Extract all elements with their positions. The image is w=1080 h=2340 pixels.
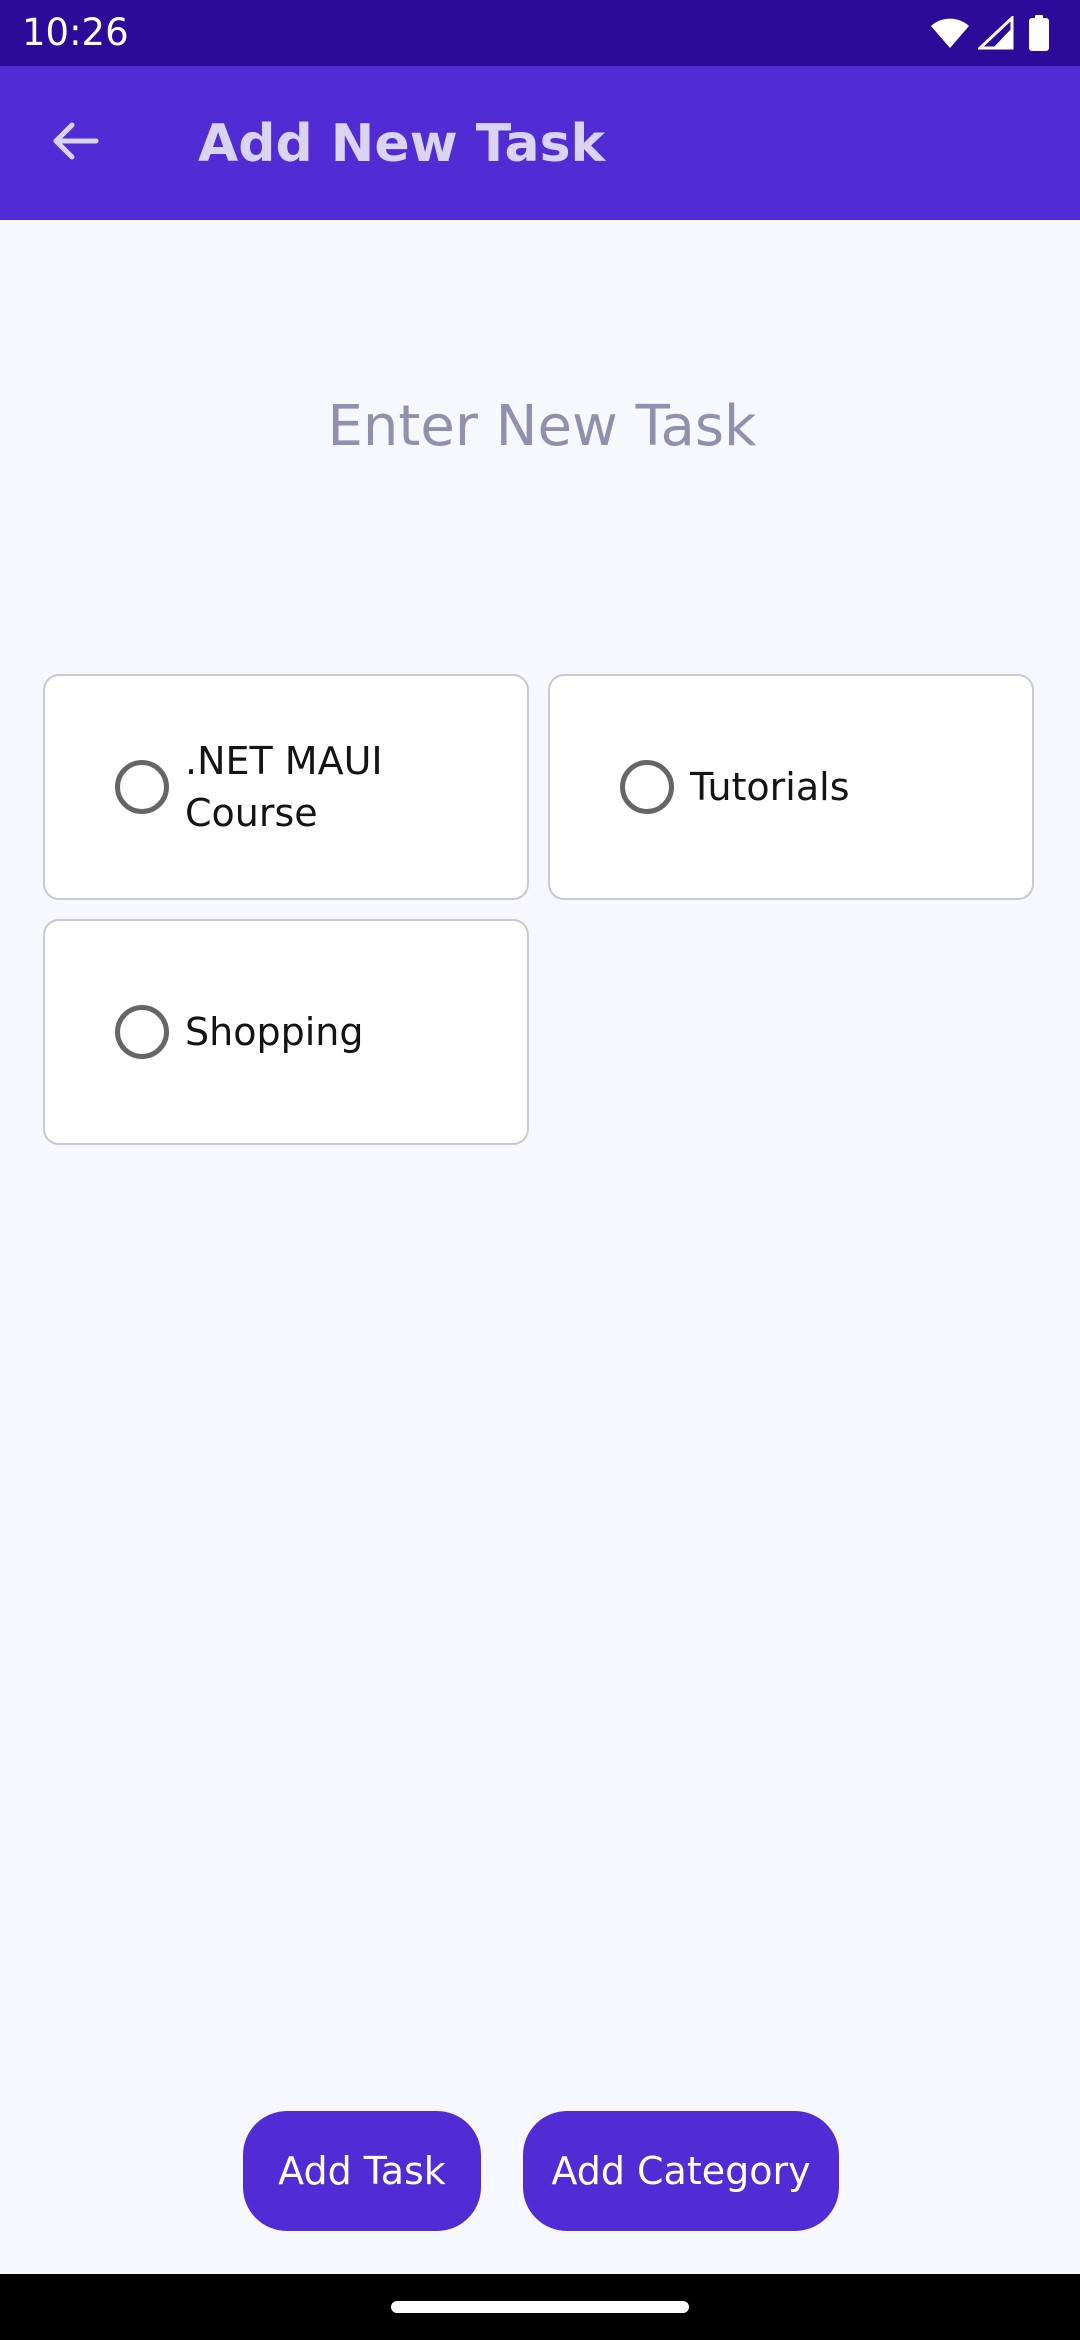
status-icons <box>930 14 1050 52</box>
home-indicator[interactable] <box>391 2301 689 2313</box>
add-task-button[interactable]: Add Task <box>243 2111 481 2231</box>
app-bar: Add New Task <box>0 66 1080 220</box>
status-bar: 10:26 <box>0 0 1080 66</box>
battery-icon <box>1028 15 1050 51</box>
task-name-input[interactable] <box>60 370 1024 482</box>
category-label: Tutorials <box>690 765 850 809</box>
signal-icon <box>978 16 1014 50</box>
radio-button-icon <box>115 760 169 814</box>
category-option-shopping[interactable]: Shopping <box>43 919 529 1145</box>
add-category-button[interactable]: Add Category <box>523 2111 839 2231</box>
radio-button-icon <box>620 760 674 814</box>
arrow-left-icon <box>50 119 100 167</box>
category-label: .NET MAUI Course <box>185 739 383 835</box>
page-title: Add New Task <box>198 114 606 174</box>
category-label: Shopping <box>185 1010 364 1054</box>
radio-button-icon <box>115 1005 169 1059</box>
back-button[interactable] <box>30 105 120 181</box>
navigation-bar <box>0 2274 1080 2340</box>
wifi-icon <box>930 16 970 50</box>
category-option-tutorials[interactable]: Tutorials <box>548 674 1034 900</box>
status-time: 10:26 <box>22 11 129 54</box>
category-option-net-maui-course[interactable]: .NET MAUI Course <box>43 674 529 900</box>
